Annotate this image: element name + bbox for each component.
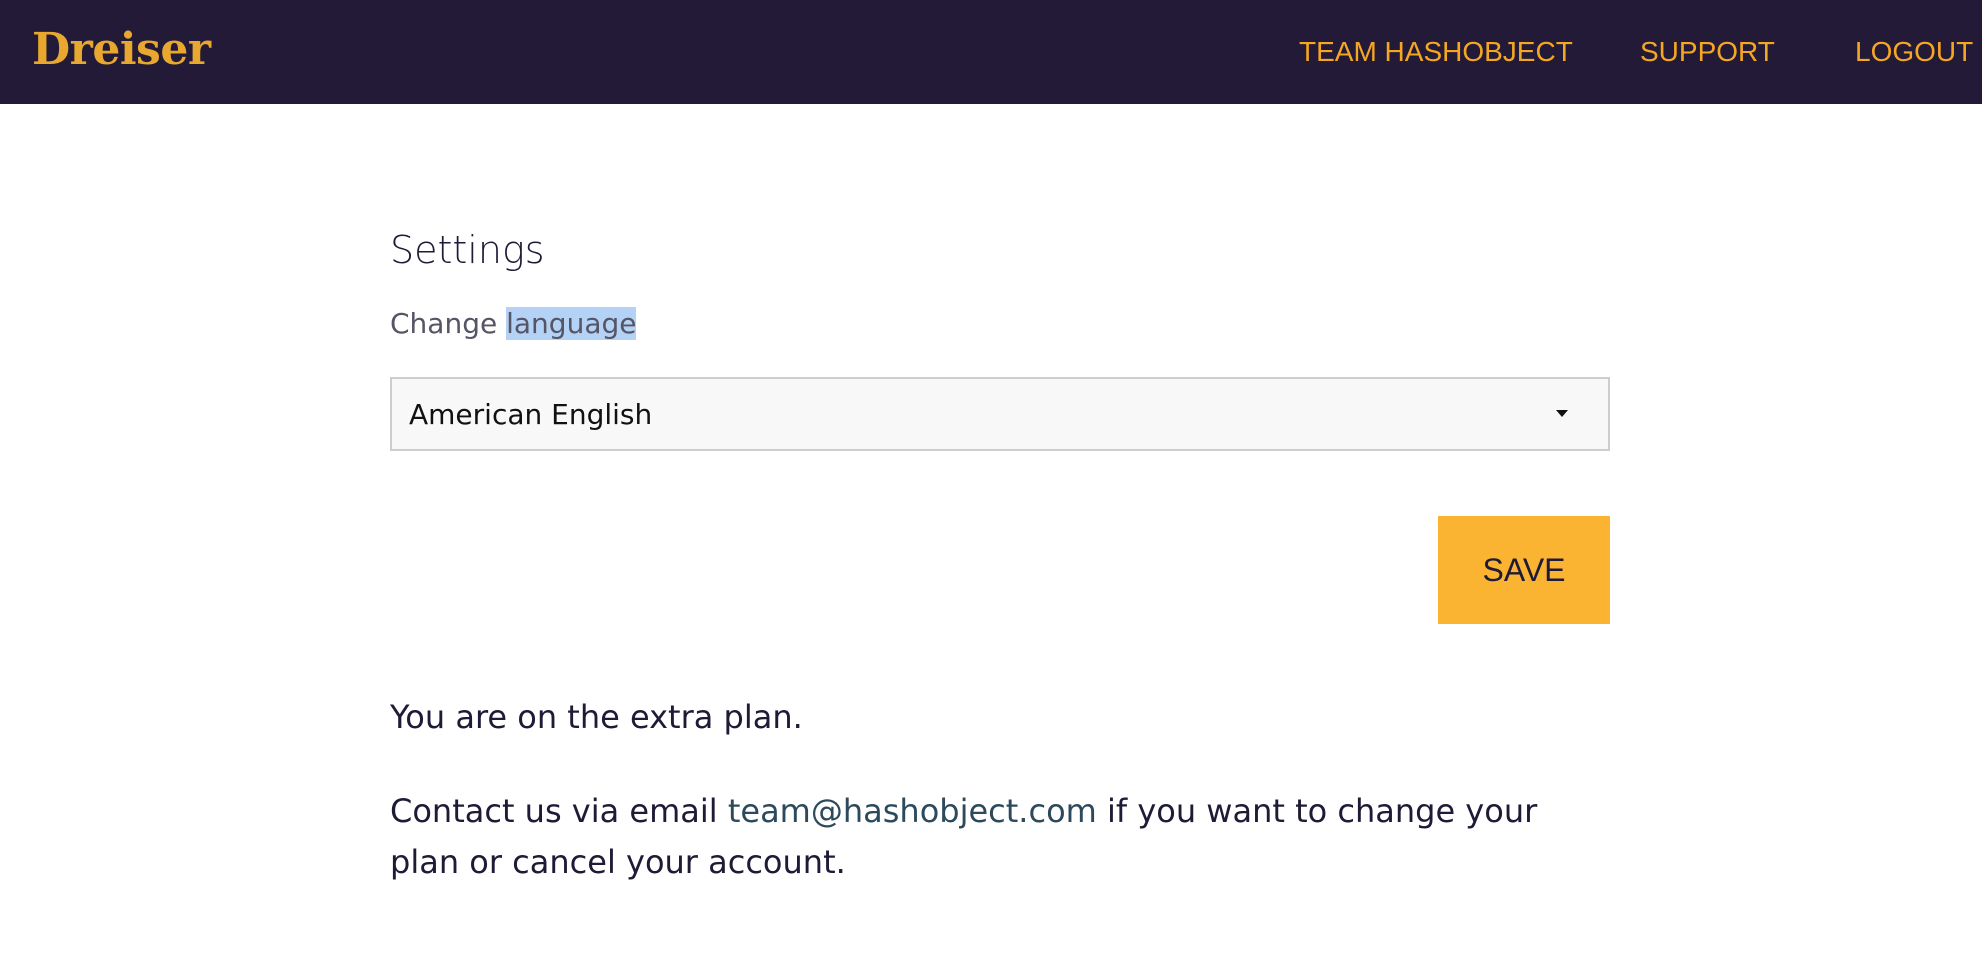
chevron-down-icon xyxy=(1556,410,1568,417)
brand-logo[interactable]: Dreiser xyxy=(32,22,211,78)
nav-support-link[interactable]: SUPPORT xyxy=(1640,0,1775,104)
selected-text-highlight: language xyxy=(506,307,637,340)
language-select-value: American English xyxy=(409,398,653,431)
page-title: Settings xyxy=(390,228,545,272)
contact-text: Contact us via email team@hashobject.com… xyxy=(390,786,1610,888)
email-link[interactable]: team@hashobject.com xyxy=(728,792,1097,830)
save-button[interactable]: SAVE xyxy=(1438,516,1610,624)
nav-team-link[interactable]: TEAM HASHOBJECT xyxy=(1299,0,1573,104)
change-language-label: Change language xyxy=(390,306,637,342)
nav-logout-link[interactable]: LOGOUT xyxy=(1855,0,1973,104)
change-label-prefix: Change xyxy=(390,307,507,340)
plan-status-text: You are on the extra plan. xyxy=(390,698,803,736)
contact-text-before: Contact us via email xyxy=(390,792,728,830)
language-select[interactable]: American English xyxy=(390,377,1610,451)
top-navbar: Dreiser TEAM HASHOBJECT SUPPORT LOGOUT xyxy=(0,0,1982,104)
